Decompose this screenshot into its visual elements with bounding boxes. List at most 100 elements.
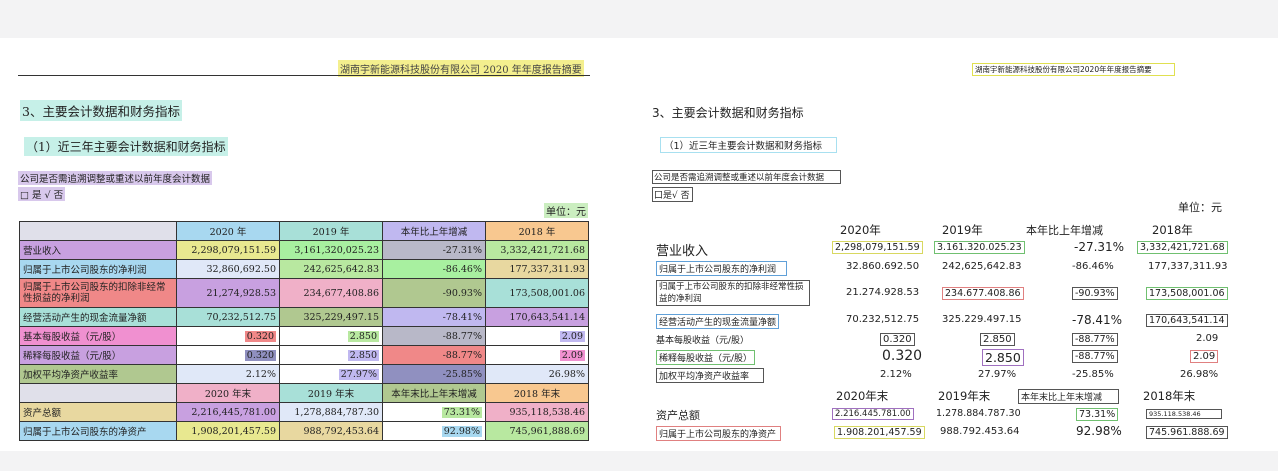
table-row: 加权平均净资产收益率 2.12% 27.97% -25.85% 26.98% [19, 364, 589, 384]
table-row: 营业收入 2,298,079,151.59 3,161,320,025.23 -… [19, 240, 589, 260]
table-row: 归属于上市公司股东的净资产 1,908,201,457.59 988,792,4… [19, 421, 589, 441]
table-cell: 70.232,512.75 [846, 314, 920, 325]
row-label: 资产总额 [19, 402, 177, 422]
table-cell: 92.98% [382, 421, 486, 441]
table-cell: 0.320 [882, 348, 923, 364]
row-label: 经营活动产生的现金流量净额 [656, 314, 780, 329]
table-cell: 170,643,541.14 [1146, 314, 1228, 327]
column-header: 2018年 [1152, 223, 1193, 237]
row-label: 归属于上市公司股东的扣除非经常性损益的净利润 [656, 280, 810, 306]
row-label: 稀释每股收益（元/股） [656, 350, 756, 365]
table-cell: 170,643,541.14 [485, 307, 589, 327]
row-label: 经营活动产生的现金流量净额 [19, 307, 177, 327]
table-header-cell: 2019 年 [279, 221, 383, 241]
row-label: 稀释每股收益（元/股） [19, 345, 177, 365]
table-cell: -88.77% [382, 326, 486, 346]
table-cell: 1,908,201,457.59 [176, 421, 280, 441]
table-cell: 0.320 [176, 326, 280, 346]
restatement-answer: □ 是 √ 否 [18, 187, 66, 201]
table-header-cell: 2018 年 [485, 221, 589, 241]
table-cell: 177,337,311.93 [485, 259, 589, 279]
table-cell: 2.850 [279, 345, 383, 365]
table-row: 经营活动产生的现金流量净额 70,232,512.75 325,229,497.… [19, 307, 589, 327]
table-cell: -88.77% [382, 345, 486, 365]
top-toolbar [0, 0, 1278, 38]
financial-table: 2020 年 2019 年 本年比上年增减 2018 年 营业收入 2,298,… [19, 221, 589, 441]
table-cell: 242,625,642.83 [279, 259, 383, 279]
row-label: 基本每股收益（元/股） [656, 336, 750, 346]
column-header: 本年比上年增减 [1026, 224, 1103, 237]
table-cell [19, 221, 177, 241]
table-cell: 27.97% [978, 369, 1017, 380]
table-cell: -88.77% [1072, 333, 1118, 346]
table-cell: 0.320 [880, 333, 915, 346]
table-cell: 173,508,001.06 [485, 278, 589, 308]
unit-label: 单位：元 [1178, 201, 1222, 214]
table-header-cell: 本年末比上年末增减 [382, 383, 486, 403]
row-label: 归属于上市公司股东的净利润 [656, 261, 788, 276]
table-cell: 21,274,928.53 [176, 278, 280, 308]
table-cell: 242,625,642.83 [942, 261, 1022, 272]
bottom-strip [0, 451, 1278, 471]
subsection-title: （1）近三年主要会计数据和财务指标 [660, 137, 838, 153]
table-cell: 234,677,408.86 [279, 278, 383, 308]
table-cell: 1,278,884,787.30 [279, 402, 383, 422]
table-cell: 177,337,311.93 [1148, 261, 1228, 272]
column-header: 2018年末 [1143, 389, 1196, 403]
subsection-title: （1）近三年主要会计数据和财务指标 [24, 137, 228, 156]
table-cell: 325.229.497.15 [942, 314, 1022, 325]
table-cell: 234.677.408.86 [942, 287, 1024, 300]
table-header-row: 2020 年 2019 年 本年比上年增减 2018 年 [19, 221, 589, 241]
table-cell: 2.09 [1190, 350, 1219, 363]
report-header: 湖南宇新能源科技股份有限公司2020年年度报告摘要 [972, 63, 1175, 76]
column-header: 2020年末 [836, 389, 889, 403]
table-cell: -27.31% [1074, 240, 1125, 254]
table-cell: 2.850 [279, 326, 383, 346]
table-cell: -78.41% [382, 307, 486, 327]
table-header-cell: 2020 年末 [176, 383, 280, 403]
table-cell: 2,216,445,781.00 [176, 402, 280, 422]
restatement-answer: 口是√ 否 [652, 187, 693, 202]
table-cell: -90.93% [1072, 287, 1118, 300]
row-label: 加权平均净资产收益率 [19, 364, 177, 384]
table-cell: 21.274.928.53 [846, 287, 920, 298]
table-cell: 173,508,001.06 [1146, 287, 1228, 300]
table-cell: 988.792.453.64 [940, 426, 1020, 437]
table-cell: -86.46% [1072, 261, 1114, 272]
table-cell: 1.908.201,457.59 [834, 426, 925, 439]
table-header-cell: 2020 年 [176, 221, 280, 241]
table-cell [19, 383, 177, 403]
table-row: 归属于上市公司股东的扣除非经常性损益的净利润 21,274,928.53 234… [19, 278, 589, 308]
table-cell: 92.98% [1076, 424, 1122, 438]
table-row: 归属于上市公司股东的净利润 32,860,692.50 242,625,642.… [19, 259, 589, 279]
table-cell: 26.98% [1180, 369, 1219, 380]
table-cell: -25.85% [382, 364, 486, 384]
table-cell: 32.860.692.50 [846, 261, 920, 272]
table-header-cell: 2019 年末 [279, 383, 383, 403]
table-cell: 73.31% [382, 402, 486, 422]
table-cell: 745.961.888.69 [1146, 426, 1228, 439]
table-cell: 3,332,421,721.68 [485, 240, 589, 260]
table-cell: 2.09 [485, 345, 589, 365]
table-header-cell: 本年比上年增减 [382, 221, 486, 241]
table-cell: 2.12% [176, 364, 280, 384]
table-cell: 32,860,692.50 [176, 259, 280, 279]
table-cell: 935,118,538.46 [485, 402, 589, 422]
table-cell: 2.12% [880, 369, 912, 380]
row-label: 加权平均净资产收益率 [656, 368, 765, 383]
table-cell: -90.93% [382, 278, 486, 308]
original-document-page: 湖南宇新能源科技股份有限公司 2020 年年度报告摘要 3、主要会计数据和财务指… [0, 38, 640, 451]
table-cell: 27.97% [279, 364, 383, 384]
table-row: 基本每股收益（元/股） 0.320 2.850 -88.77% 2.09 [19, 326, 589, 346]
row-label: 营业收入 [656, 244, 709, 259]
table-cell: -78.41% [1072, 313, 1123, 327]
section-title: 3、主要会计数据和财务指标 [652, 106, 804, 120]
table-cell: 0.320 [176, 345, 280, 365]
table-cell: 2.850 [982, 349, 1024, 366]
table-cell: 1.278.884.787.30 [936, 408, 1021, 419]
table-cell: 26.98% [485, 364, 589, 384]
row-label: 归属于上市公司股东的扣除非经常性损益的净利润 [19, 278, 177, 308]
table-cell: 3,332,421,721.68 [1137, 241, 1228, 254]
restatement-question: 公司是否需追溯调整或重述以前年度会计数据 [652, 170, 842, 184]
table-cell: 2.850 [980, 333, 1015, 346]
